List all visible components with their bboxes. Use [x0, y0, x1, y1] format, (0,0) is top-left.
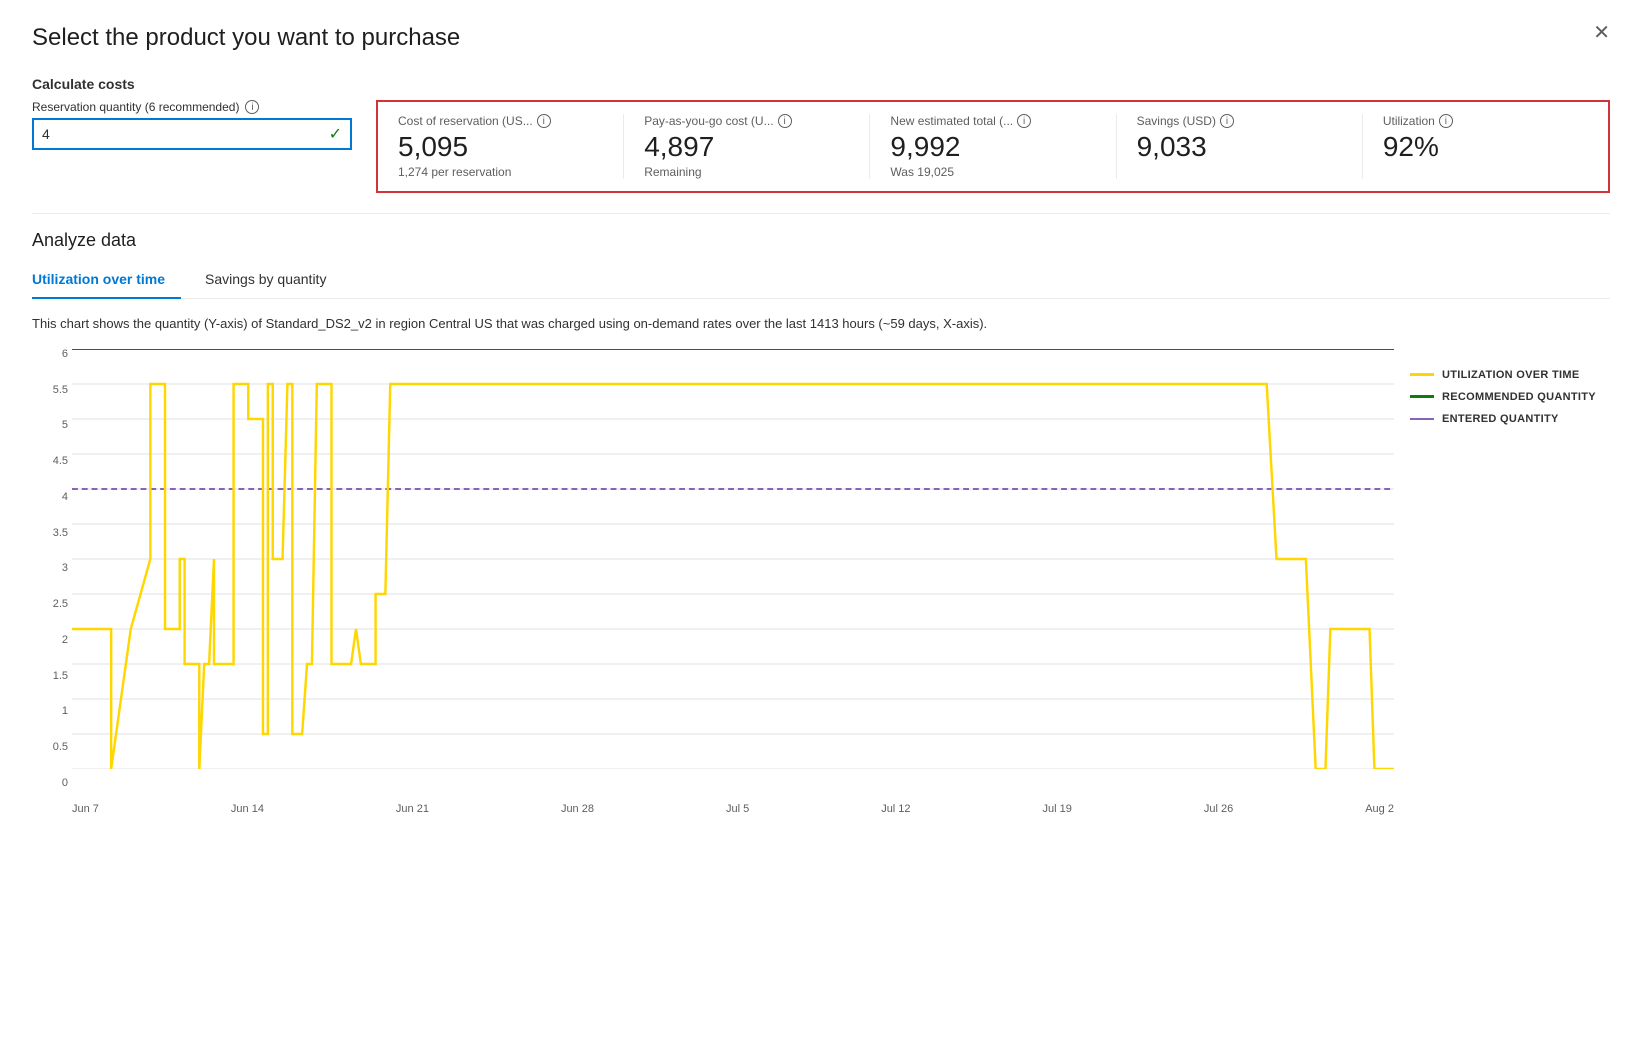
metric-cost-reservation-header: Cost of reservation (US... i: [398, 114, 603, 128]
x-label-jun28: Jun 28: [561, 803, 594, 815]
metric-payg-sub: Remaining: [644, 165, 849, 179]
metric-payg-header: Pay-as-you-go cost (U... i: [644, 114, 849, 128]
y-label-15: 1.5: [32, 671, 68, 682]
x-label-jul12: Jul 12: [881, 803, 910, 815]
calculate-section: Calculate costs Reservation quantity (6 …: [32, 76, 1610, 193]
metric-new-estimated-value: 9,992: [890, 132, 1095, 163]
reservation-quantity-input[interactable]: [42, 126, 329, 142]
metric-utilization-header: Utilization i: [1383, 114, 1588, 128]
y-label-1: 1: [32, 706, 68, 717]
x-label-jul19: Jul 19: [1043, 803, 1072, 815]
legend-entered: ENTERED QUANTITY: [1410, 413, 1610, 425]
y-label-2: 2: [32, 635, 68, 646]
check-icon: ✓: [329, 124, 342, 144]
tab-utilization[interactable]: Utilization over time: [32, 263, 181, 299]
chart-area: 0 0.5 1 1.5 2 2.5 3 3.5 4 4.5 5 5.5 6: [32, 349, 1610, 819]
chart-inner: [72, 349, 1394, 769]
metric-savings-header: Savings (USD) i: [1137, 114, 1342, 128]
legend-recommended-label: RECOMMENDED QUANTITY: [1442, 391, 1596, 403]
metric-new-estimated-header: New estimated total (... i: [890, 114, 1095, 128]
new-estimated-info-icon[interactable]: i: [1017, 114, 1031, 128]
y-label-45: 4.5: [32, 456, 68, 467]
metrics-box: Cost of reservation (US... i 5,095 1,274…: [376, 100, 1610, 193]
close-button[interactable]: ✕: [1593, 20, 1610, 45]
payg-info-icon[interactable]: i: [778, 114, 792, 128]
tabs: Utilization over time Savings by quantit…: [32, 263, 1610, 299]
legend-recommended: RECOMMENDED QUANTITY: [1410, 391, 1610, 403]
legend-entered-label: ENTERED QUANTITY: [1442, 413, 1559, 425]
metric-cost-reservation-value: 5,095: [398, 132, 603, 163]
metric-savings: Savings (USD) i 9,033: [1117, 114, 1363, 179]
y-label-0: 0: [32, 778, 68, 789]
savings-info-icon[interactable]: i: [1220, 114, 1234, 128]
x-label-jun7: Jun 7: [72, 803, 99, 815]
chart-legend: UTILIZATION OVER TIME RECOMMENDED QUANTI…: [1410, 349, 1610, 819]
reservation-input-wrapper: ✓: [32, 118, 352, 150]
metric-cost-reservation-sub: 1,274 per reservation: [398, 165, 603, 179]
metric-new-estimated-sub: Was 19,025: [890, 165, 1095, 179]
y-label-35: 3.5: [32, 528, 68, 539]
y-label-4: 4: [32, 492, 68, 503]
legend-entered-line: [1410, 418, 1434, 420]
metric-new-estimated: New estimated total (... i 9,992 Was 19,…: [870, 114, 1116, 179]
metric-payg: Pay-as-you-go cost (U... i 4,897 Remaini…: [624, 114, 870, 179]
reservation-input-label: Reservation quantity (6 recommended) i: [32, 100, 352, 114]
divider: [32, 213, 1610, 214]
chart-svg: [72, 349, 1394, 769]
y-axis-labels: 0 0.5 1 1.5 2 2.5 3 3.5 4 4.5 5 5.5 6: [32, 349, 68, 789]
metric-savings-value: 9,033: [1137, 132, 1342, 163]
cost-reservation-info-icon[interactable]: i: [537, 114, 551, 128]
chart-container: 0 0.5 1 1.5 2 2.5 3 3.5 4 4.5 5 5.5 6: [32, 349, 1394, 819]
metric-cost-reservation: Cost of reservation (US... i 5,095 1,274…: [378, 114, 624, 179]
x-label-aug2: Aug 2: [1365, 803, 1394, 815]
y-label-05: 0.5: [32, 742, 68, 753]
legend-utilization-label: UTILIZATION OVER TIME: [1442, 369, 1579, 381]
metric-payg-value: 4,897: [644, 132, 849, 163]
utilization-info-icon[interactable]: i: [1439, 114, 1453, 128]
y-label-6: 6: [32, 349, 68, 360]
calculate-label: Calculate costs: [32, 76, 1610, 92]
legend-recommended-line: [1410, 395, 1434, 398]
reservation-info-icon[interactable]: i: [245, 100, 259, 114]
page-title: Select the product you want to purchase: [32, 24, 1610, 52]
x-label-jul5: Jul 5: [726, 803, 749, 815]
calculate-row: Reservation quantity (6 recommended) i ✓…: [32, 100, 1610, 193]
x-label-jun14: Jun 14: [231, 803, 264, 815]
metric-utilization-value: 92%: [1383, 132, 1588, 163]
y-label-5: 5: [32, 420, 68, 431]
x-label-jun21: Jun 21: [396, 803, 429, 815]
x-label-jul26: Jul 26: [1204, 803, 1233, 815]
metric-utilization: Utilization i 92%: [1363, 114, 1608, 179]
x-axis-labels: Jun 7 Jun 14 Jun 21 Jun 28 Jul 5 Jul 12 …: [72, 799, 1394, 819]
legend-utilization-line: [1410, 373, 1434, 376]
y-label-25: 2.5: [32, 599, 68, 610]
reservation-input-group: Reservation quantity (6 recommended) i ✓: [32, 100, 352, 150]
y-label-55: 5.5: [32, 385, 68, 396]
y-label-3: 3: [32, 563, 68, 574]
chart-description: This chart shows the quantity (Y-axis) o…: [32, 315, 1610, 333]
legend-utilization: UTILIZATION OVER TIME: [1410, 369, 1610, 381]
tab-savings[interactable]: Savings by quantity: [205, 263, 342, 299]
analyze-title: Analyze data: [32, 230, 1610, 251]
